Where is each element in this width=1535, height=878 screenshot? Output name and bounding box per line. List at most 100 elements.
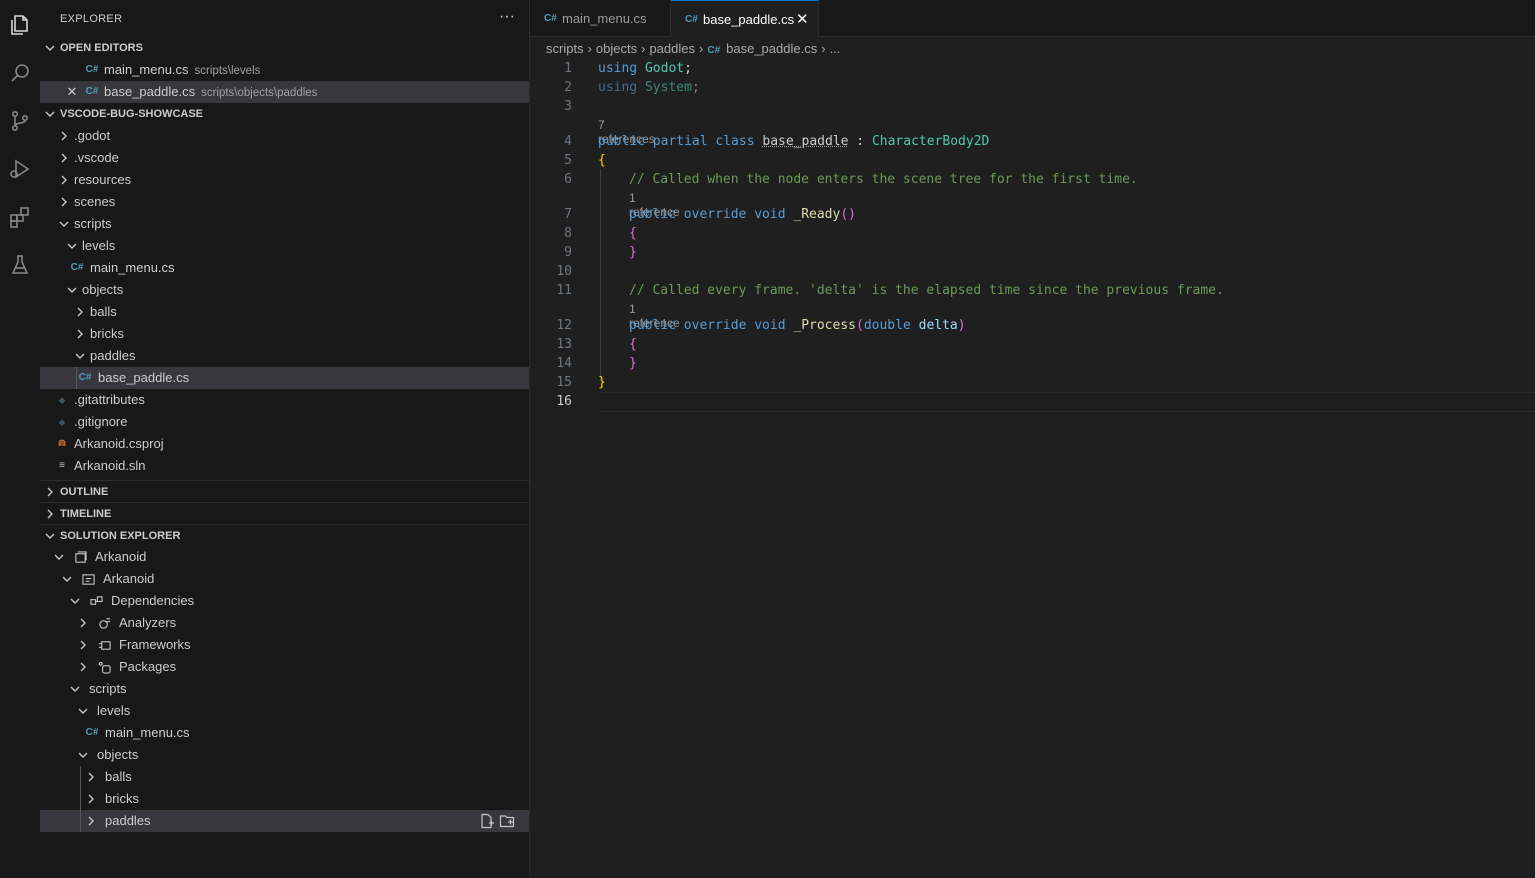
tree-folder[interactable]: bricks <box>40 323 529 345</box>
tree-folder-selected[interactable]: paddles <box>40 810 529 832</box>
code-line: using Godot; <box>598 61 692 76</box>
line-number: 3 <box>564 99 572 114</box>
breadcrumb: scripts › objects › paddles › C# base_paddle.cs… <box>546 40 840 58</box>
solution-icon <box>73 546 87 568</box>
more-actions-icon[interactable]: ··· <box>499 8 515 26</box>
git-file-icon: ◆ <box>58 417 66 427</box>
open-editor-path: scripts\objects\paddles <box>201 87 318 99</box>
dependency-group[interactable]: Analyzers <box>40 612 529 634</box>
tree-folder[interactable]: objects <box>40 279 529 301</box>
chevron-down-icon <box>42 103 58 125</box>
tree-file[interactable]: ⋒ Arkanoid.csproj <box>40 433 529 455</box>
line-number: 4 <box>564 134 572 149</box>
dependency-group[interactable]: Packages <box>40 656 529 678</box>
tree-folder[interactable]: scenes <box>40 191 529 213</box>
sidebar-title: EXPLORER <box>60 13 123 25</box>
tree-folder[interactable]: levels <box>40 235 529 257</box>
source-control-icon[interactable] <box>4 105 36 137</box>
breadcrumb-item[interactable]: ... <box>830 41 841 56</box>
tree-file-selected[interactable]: C# base_paddle.cs <box>40 367 529 389</box>
tree-folder[interactable]: scripts <box>40 213 529 235</box>
breadcrumb-item[interactable]: scripts <box>546 41 584 56</box>
line-number: 14 <box>556 356 572 371</box>
chevron-right-icon <box>83 788 99 810</box>
chevron-right-icon: › <box>641 41 646 56</box>
code-line: } <box>629 245 637 260</box>
chevron-right-icon <box>72 323 88 345</box>
new-folder-icon[interactable] <box>499 813 515 829</box>
tree-file[interactable]: ≡ Arkanoid.sln <box>40 455 529 477</box>
code-line: { <box>629 226 637 241</box>
indent-guide <box>76 367 77 389</box>
tree-folder[interactable]: balls <box>40 301 529 323</box>
project-node[interactable]: Arkanoid <box>40 568 529 590</box>
csharp-file-icon: C# <box>85 86 99 97</box>
line-number: 6 <box>564 172 572 187</box>
close-icon[interactable]: ✕ <box>66 81 78 103</box>
tab-main-menu[interactable]: C# main_menu.cs <box>530 0 671 36</box>
open-editors-header[interactable]: OPEN EDITORS <box>40 37 529 59</box>
solution-file-icon: ≡ <box>59 460 65 471</box>
line-number: 13 <box>556 337 572 352</box>
chevron-right-icon <box>83 766 99 788</box>
current-line-highlight <box>598 392 1535 412</box>
extensions-icon[interactable] <box>4 201 36 233</box>
explorer-icon[interactable] <box>4 9 36 41</box>
outline-header[interactable]: OUTLINE <box>40 480 529 503</box>
line-number: 11 <box>556 283 572 298</box>
chevron-right-icon <box>72 301 88 323</box>
close-tab-icon[interactable]: ✕ <box>796 1 809 39</box>
code-line: // Called every frame. 'delta' is the el… <box>629 283 1224 298</box>
line-number: 15 <box>556 375 572 390</box>
tree-file[interactable]: C# main_menu.cs <box>40 722 529 744</box>
open-editor-item[interactable]: C# main_menu.cs scripts\levels <box>40 59 529 81</box>
breadcrumb-item[interactable]: base_paddle.cs <box>726 41 817 56</box>
line-number: 10 <box>556 264 572 279</box>
tree-folder[interactable]: objects <box>40 744 529 766</box>
chevron-right-icon <box>56 147 72 169</box>
breadcrumb-item[interactable]: paddles <box>649 41 695 56</box>
csharp-file-icon: C# <box>685 14 698 25</box>
code-line: } <box>598 375 606 390</box>
solution-explorer-header[interactable]: SOLUTION EXPLORER <box>40 524 529 547</box>
run-debug-icon[interactable] <box>4 153 36 185</box>
timeline-header[interactable]: TIMELINE <box>40 502 529 525</box>
solution-node[interactable]: Arkanoid <box>40 546 529 568</box>
workspace-header[interactable]: VSCODE-BUG-SHOWCASE <box>40 103 529 125</box>
tree-folder[interactable]: paddles <box>40 345 529 367</box>
chevron-down-icon <box>42 525 58 547</box>
open-editor-item[interactable]: ✕ C# base_paddle.cs scripts\objects\paddl… <box>40 81 529 103</box>
new-file-icon[interactable] <box>479 813 495 829</box>
breadcrumb-item[interactable]: objects <box>596 41 637 56</box>
tree-folder[interactable]: balls <box>40 766 529 788</box>
dependencies-node[interactable]: Dependencies <box>40 590 529 612</box>
indent-guide <box>80 788 81 810</box>
tree-file[interactable]: C# main_menu.cs <box>40 257 529 279</box>
tree-folder[interactable]: scripts <box>40 678 529 700</box>
tab-base-paddle[interactable]: C# base_paddle.cs ✕ <box>671 0 819 37</box>
line-number: 9 <box>564 245 572 260</box>
tree-folder[interactable]: bricks <box>40 788 529 810</box>
tree-folder[interactable]: .vscode <box>40 147 529 169</box>
chevron-right-icon <box>56 191 72 213</box>
chevron-down-icon <box>75 744 91 766</box>
testing-icon[interactable] <box>4 249 36 281</box>
open-editor-name: base_paddle.cs <box>104 84 196 99</box>
chevron-down-icon <box>67 590 83 612</box>
tree-file[interactable]: ◆ .gitattributes <box>40 389 529 411</box>
chevron-down-icon <box>59 568 75 590</box>
chevron-right-icon: › <box>587 41 592 56</box>
chevron-down-icon <box>51 546 67 568</box>
csharp-file-icon: C# <box>78 372 92 383</box>
tree-folder[interactable]: resources <box>40 169 529 191</box>
code-line: public partial class base_paddle : Chara… <box>598 134 990 149</box>
indent-guide <box>80 766 81 788</box>
tree-folder[interactable]: levels <box>40 700 529 722</box>
tree-folder[interactable]: .godot <box>40 125 529 147</box>
line-number: 12 <box>556 318 572 333</box>
chevron-down-icon <box>67 678 83 700</box>
search-icon[interactable] <box>4 57 36 89</box>
tree-file[interactable]: ◆ .gitignore <box>40 411 529 433</box>
chevron-right-icon: › <box>699 41 704 56</box>
dependency-group[interactable]: Frameworks <box>40 634 529 656</box>
